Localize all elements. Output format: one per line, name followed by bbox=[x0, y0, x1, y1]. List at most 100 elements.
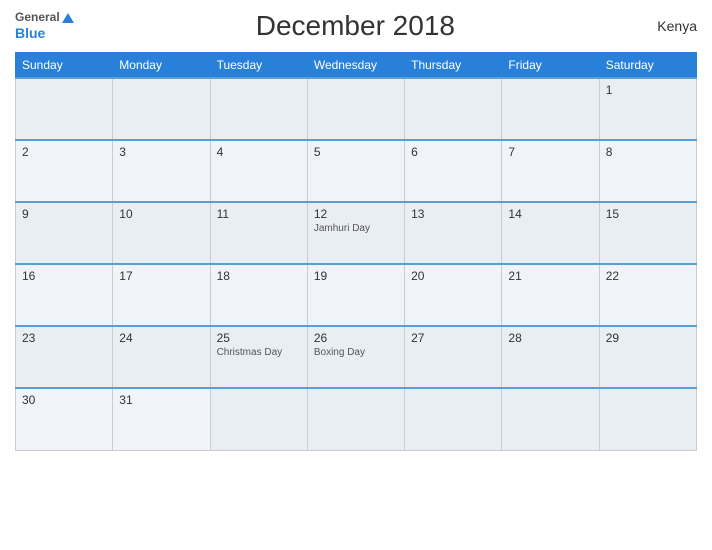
cell-date-number: 31 bbox=[119, 393, 203, 407]
day-header-tuesday: Tuesday bbox=[210, 53, 307, 79]
calendar-cell bbox=[210, 388, 307, 450]
day-header-friday: Friday bbox=[502, 53, 599, 79]
logo-general-text: General bbox=[15, 10, 74, 24]
cell-date-number: 1 bbox=[606, 83, 690, 97]
calendar-cell: 19 bbox=[307, 264, 404, 326]
calendar-cell bbox=[502, 78, 599, 140]
cell-date-number: 8 bbox=[606, 145, 690, 159]
cell-date-number: 15 bbox=[606, 207, 690, 221]
calendar-cell: 4 bbox=[210, 140, 307, 202]
cell-date-number: 2 bbox=[22, 145, 106, 159]
cell-date-number: 23 bbox=[22, 331, 106, 345]
calendar-week-row: 1 bbox=[16, 78, 697, 140]
calendar-week-row: 2345678 bbox=[16, 140, 697, 202]
calendar-cell bbox=[502, 388, 599, 450]
header: General Blue December 2018 Kenya bbox=[15, 10, 697, 42]
cell-event-label: Jamhuri Day bbox=[314, 223, 398, 234]
cell-event-label: Christmas Day bbox=[217, 347, 301, 358]
cell-date-number: 13 bbox=[411, 207, 495, 221]
calendar-cell bbox=[599, 388, 696, 450]
calendar-cell: 15 bbox=[599, 202, 696, 264]
cell-date-number: 17 bbox=[119, 269, 203, 283]
calendar-cell: 17 bbox=[113, 264, 210, 326]
calendar-cell: 20 bbox=[405, 264, 502, 326]
calendar-cell bbox=[113, 78, 210, 140]
calendar-cell: 16 bbox=[16, 264, 113, 326]
calendar-cell: 3 bbox=[113, 140, 210, 202]
cell-date-number: 12 bbox=[314, 207, 398, 221]
calendar-cell: 13 bbox=[405, 202, 502, 264]
calendar-cell: 28 bbox=[502, 326, 599, 388]
cell-date-number: 6 bbox=[411, 145, 495, 159]
cell-event-label: Boxing Day bbox=[314, 347, 398, 358]
calendar-cell: 22 bbox=[599, 264, 696, 326]
day-header-monday: Monday bbox=[113, 53, 210, 79]
day-header-row: SundayMondayTuesdayWednesdayThursdayFrid… bbox=[16, 53, 697, 79]
logo: General Blue bbox=[15, 10, 74, 41]
calendar-cell: 2 bbox=[16, 140, 113, 202]
calendar-cell: 31 bbox=[113, 388, 210, 450]
cell-date-number: 18 bbox=[217, 269, 301, 283]
calendar-cell bbox=[405, 78, 502, 140]
calendar-cell bbox=[307, 78, 404, 140]
calendar-cell: 26 Boxing Day bbox=[307, 326, 404, 388]
calendar-cell: 29 bbox=[599, 326, 696, 388]
day-header-thursday: Thursday bbox=[405, 53, 502, 79]
cell-date-number: 30 bbox=[22, 393, 106, 407]
cell-date-number: 27 bbox=[411, 331, 495, 345]
calendar-cell: 25 Christmas Day bbox=[210, 326, 307, 388]
calendar-cell: 18 bbox=[210, 264, 307, 326]
cell-date-number: 19 bbox=[314, 269, 398, 283]
calendar-week-row: 9 10 11 12 Jamhuri Day 13 14 15 bbox=[16, 202, 697, 264]
cell-date-number: 16 bbox=[22, 269, 106, 283]
calendar-week-row: 23 24 25 Christmas Day 26 Boxing Day 27 28 29 bbox=[16, 326, 697, 388]
cell-date-number: 20 bbox=[411, 269, 495, 283]
calendar-week-row: 30 31 bbox=[16, 388, 697, 450]
cell-date-number: 14 bbox=[508, 207, 592, 221]
cell-date-number: 26 bbox=[314, 331, 398, 345]
cell-date-number: 10 bbox=[119, 207, 203, 221]
logo-blue-text: Blue bbox=[15, 25, 74, 42]
country-label: Kenya bbox=[637, 18, 697, 34]
cell-date-number: 5 bbox=[314, 145, 398, 159]
calendar-cell: 6 bbox=[405, 140, 502, 202]
calendar-cell: 10 bbox=[113, 202, 210, 264]
calendar-cell: 14 bbox=[502, 202, 599, 264]
day-header-saturday: Saturday bbox=[599, 53, 696, 79]
cell-date-number: 11 bbox=[217, 207, 301, 221]
calendar-cell bbox=[210, 78, 307, 140]
calendar-body: 123456789101112Jamhuri Day13141516171819… bbox=[16, 78, 697, 450]
calendar-cell: 8 bbox=[599, 140, 696, 202]
day-header-sunday: Sunday bbox=[16, 53, 113, 79]
cell-date-number: 22 bbox=[606, 269, 690, 283]
calendar-header: SundayMondayTuesdayWednesdayThursdayFrid… bbox=[16, 53, 697, 79]
calendar-cell bbox=[16, 78, 113, 140]
cell-date-number: 24 bbox=[119, 331, 203, 345]
cell-date-number: 3 bbox=[119, 145, 203, 159]
calendar-week-row: 16 17 18 19 20 21 22 bbox=[16, 264, 697, 326]
calendar-cell bbox=[307, 388, 404, 450]
cell-date-number: 29 bbox=[606, 331, 690, 345]
cell-date-number: 9 bbox=[22, 207, 106, 221]
cell-date-number: 7 bbox=[508, 145, 592, 159]
logo-triangle-icon bbox=[62, 13, 74, 23]
cell-date-number: 28 bbox=[508, 331, 592, 345]
calendar-table: SundayMondayTuesdayWednesdayThursdayFrid… bbox=[15, 52, 697, 451]
calendar-cell: 23 bbox=[16, 326, 113, 388]
calendar-cell: 5 bbox=[307, 140, 404, 202]
cell-date-number: 4 bbox=[217, 145, 301, 159]
cell-date-number: 25 bbox=[217, 331, 301, 345]
calendar-cell: 24 bbox=[113, 326, 210, 388]
calendar-title: December 2018 bbox=[74, 10, 637, 42]
calendar-cell: 11 bbox=[210, 202, 307, 264]
calendar-cell: 7 bbox=[502, 140, 599, 202]
calendar-cell: 27 bbox=[405, 326, 502, 388]
calendar-cell: 12 Jamhuri Day bbox=[307, 202, 404, 264]
cell-date-number: 21 bbox=[508, 269, 592, 283]
calendar-cell bbox=[405, 388, 502, 450]
calendar-cell: 30 bbox=[16, 388, 113, 450]
day-header-wednesday: Wednesday bbox=[307, 53, 404, 79]
calendar-cell: 1 bbox=[599, 78, 696, 140]
calendar-cell: 9 bbox=[16, 202, 113, 264]
calendar-page: General Blue December 2018 Kenya SundayM… bbox=[0, 0, 712, 550]
